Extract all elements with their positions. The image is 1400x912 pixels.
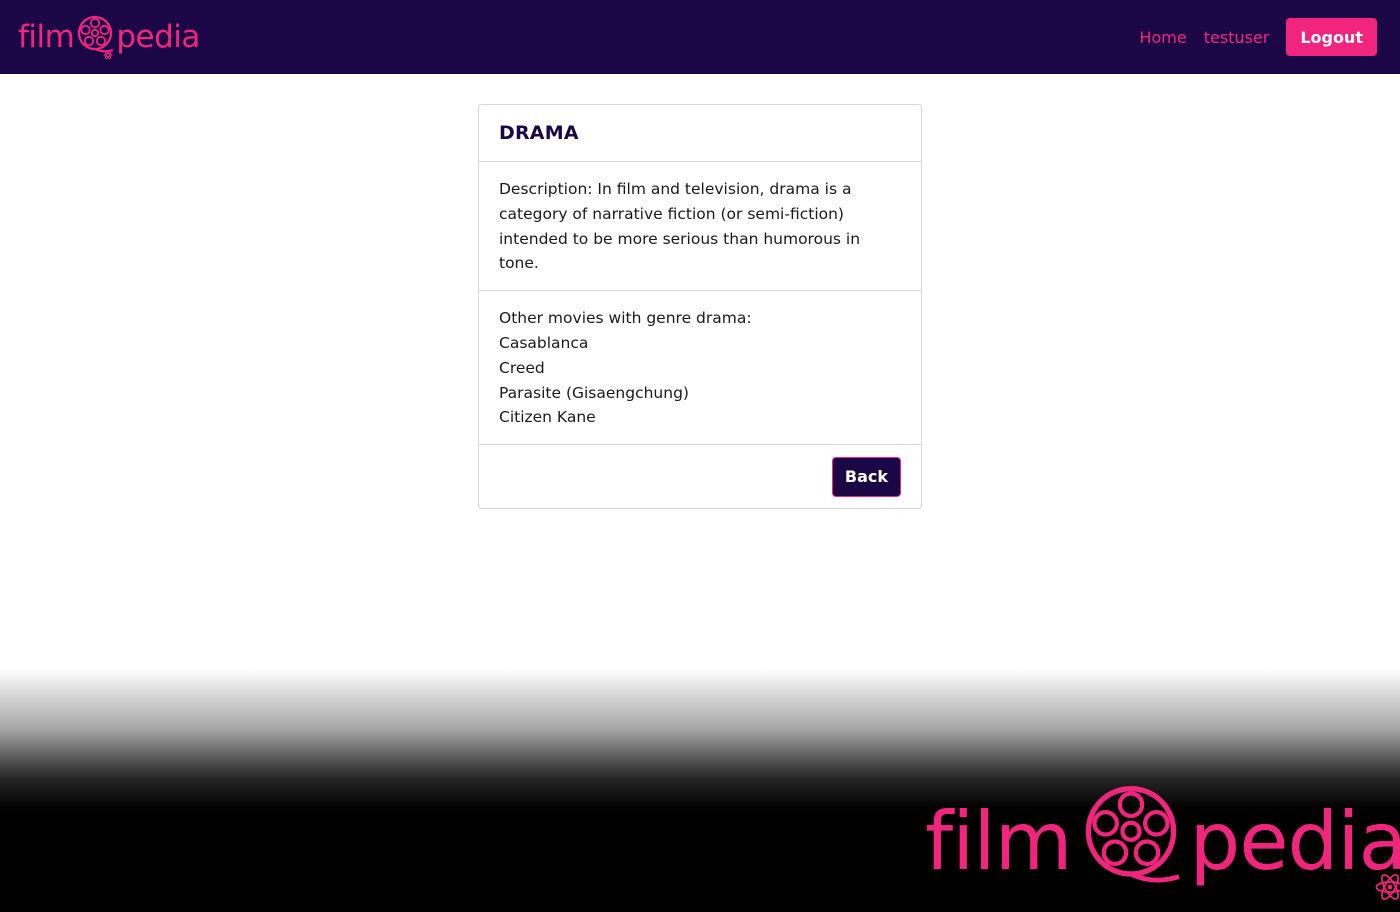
brand-text-left: film [18,18,75,55]
genre-description: Description: In film and television, dra… [499,180,861,273]
movie-link[interactable]: Creed [499,356,901,381]
genre-card: DRAMA Description: In film and televisio… [478,104,922,510]
back-button[interactable]: Back [831,456,901,497]
other-movies-section: Other movies with genre drama: Casablanc… [479,291,921,446]
brand-wordmark: film pedia [18,13,200,61]
brand-logo[interactable]: film pedia [18,0,200,74]
movie-link[interactable]: Parasite (Gisaengchung) [499,381,901,406]
other-movies-heading: Other movies with genre drama: [499,309,752,328]
footer-text-left: film [925,795,1073,888]
nav-link-user[interactable]: testuser [1204,28,1270,47]
card-header: DRAMA [479,105,921,162]
movie-link[interactable]: Citizen Kane [499,405,901,430]
film-reel-icon [78,15,114,59]
react-atom-icon [1375,874,1400,900]
react-atom-icon [103,51,113,59]
footer-wordmark: film pedia [925,778,1400,906]
genre-title: DRAMA [499,122,579,144]
film-reel-icon [1085,786,1180,883]
movie-list: Casablanca Creed Parasite (Gisaengchung)… [499,331,901,430]
nav-link-home[interactable]: Home [1139,28,1186,47]
logout-button[interactable]: Logout [1286,18,1377,56]
brand-text-right: pedia [116,18,200,55]
nav-right: Home testuser Logout [1139,18,1377,56]
footer-text-right: pedia [1189,795,1400,888]
card-footer: Back [479,445,921,508]
navbar: film pedia Home testuser Logout [0,0,1400,74]
footer-logo: film pedia [925,778,1400,906]
genre-description-section: Description: In film and television, dra… [479,162,921,292]
movie-link[interactable]: Casablanca [499,331,901,356]
